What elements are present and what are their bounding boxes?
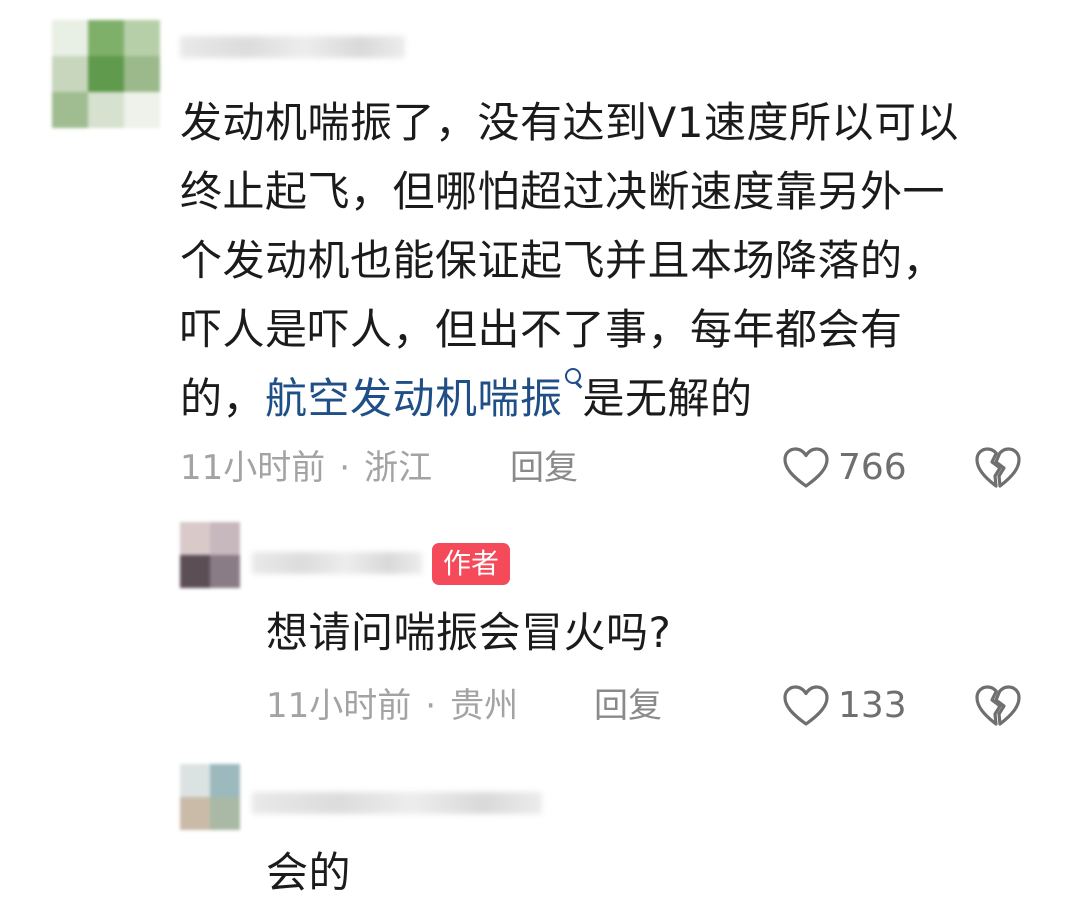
timestamp: 11小时前 — [266, 686, 412, 726]
meta-separator: · — [425, 686, 437, 726]
avatar[interactable] — [52, 20, 160, 128]
reply-button[interactable]: 回复 — [594, 684, 662, 728]
like-count: 766 — [838, 447, 907, 488]
broken-heart-icon[interactable] — [974, 682, 1022, 730]
search-link-text[interactable]: 航空发动机喘振 — [265, 374, 563, 423]
meta-separator: · — [339, 448, 351, 488]
timestamp: 11小时前 — [180, 448, 326, 488]
comment-text: 想请问喘振会冒火吗? — [266, 608, 672, 657]
search-link[interactable]: 航空发动机喘振 — [265, 368, 583, 423]
location: 浙江 — [364, 448, 433, 488]
comment-text: 会的 — [266, 848, 352, 897]
avatar[interactable] — [180, 764, 240, 830]
text-segment: 是无解的 — [582, 374, 753, 423]
username[interactable] — [180, 36, 405, 58]
like-button[interactable]: 766 — [782, 444, 907, 492]
heart-outline-icon — [783, 447, 829, 488]
like-button[interactable]: 133 — [782, 682, 907, 730]
search-icon[interactable] — [563, 368, 583, 398]
avatar[interactable] — [180, 522, 240, 588]
like-count: 133 — [838, 685, 907, 726]
heart-outline-icon — [783, 685, 829, 726]
comment-text: 发动机喘振了，没有达到V1速度所以可以 终止起飞，但哪怕超过决断速度靠另外一 个… — [180, 98, 959, 423]
location: 贵州 — [450, 686, 519, 726]
reply-button[interactable]: 回复 — [510, 446, 578, 490]
comment-meta: 11小时前 · 浙江 — [180, 446, 432, 490]
username[interactable] — [252, 792, 542, 814]
author-badge: 作者 — [432, 543, 511, 585]
text-segment: 的， — [180, 374, 266, 423]
broken-heart-icon[interactable] — [974, 444, 1022, 492]
username[interactable] — [252, 552, 422, 574]
comment-meta: 11小时前 · 贵州 — [266, 684, 518, 728]
